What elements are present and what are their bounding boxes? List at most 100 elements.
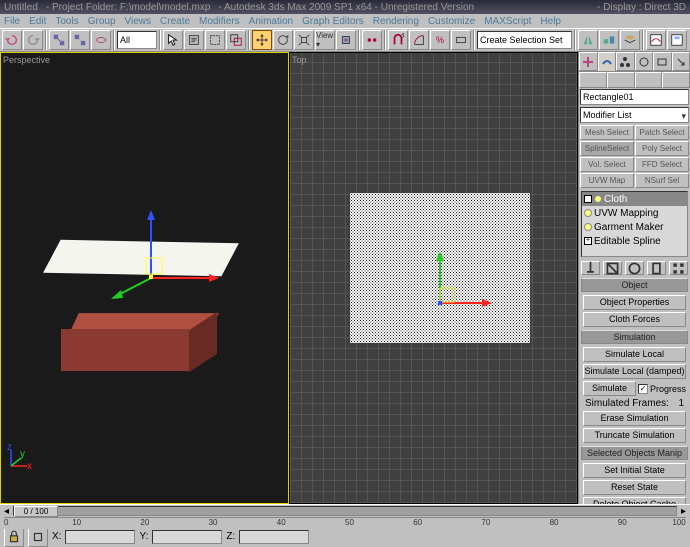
mirror-button[interactable] <box>578 30 598 50</box>
simulate-local-button[interactable]: Simulate Local <box>583 347 686 362</box>
menu-rendering[interactable]: Rendering <box>373 16 419 27</box>
time-prev-icon[interactable]: ◂ <box>4 506 9 517</box>
set-nsurf-sel[interactable]: NSurf Sel <box>635 173 689 188</box>
menu-tools[interactable]: Tools <box>55 16 78 27</box>
configure-sets-button[interactable] <box>669 261 688 275</box>
angle-snap-button[interactable] <box>409 30 429 50</box>
coord-z-field[interactable] <box>239 530 309 544</box>
refcoord-dropdown[interactable]: View ▾ <box>315 30 335 50</box>
unlink-button[interactable] <box>70 30 90 50</box>
rollout-selected-objects[interactable]: Selected Objects Manip <box>581 446 688 460</box>
layers-button[interactable] <box>620 30 640 50</box>
menu-maxscript[interactable]: MAXScript <box>484 16 531 27</box>
modifier-list-dropdown[interactable]: Modifier List <box>580 107 689 123</box>
move-gizmo[interactable] <box>111 208 231 311</box>
simulate-button[interactable]: Simulate <box>583 381 636 396</box>
stack-item-cloth[interactable]: +Cloth <box>582 192 687 206</box>
pin-stack-button[interactable] <box>581 261 600 275</box>
set-vol-select[interactable]: Vol. Select <box>580 157 634 172</box>
set-patch-select[interactable]: Patch Select <box>635 125 689 140</box>
menu-help[interactable]: Help <box>540 16 561 27</box>
selection-center-button[interactable] <box>28 527 48 547</box>
pivot-button[interactable] <box>336 30 356 50</box>
bulb-icon[interactable] <box>594 195 602 203</box>
undo-button[interactable] <box>2 30 22 50</box>
show-end-result-button[interactable] <box>603 261 622 275</box>
bind-spacewarp-button[interactable] <box>91 30 111 50</box>
bulb-icon[interactable] <box>584 209 592 217</box>
time-slider[interactable]: ◂ 0 / 100 ▸ <box>0 505 690 517</box>
move-button[interactable] <box>252 30 272 50</box>
move-gizmo-top[interactable] <box>420 243 500 326</box>
menu-file[interactable]: File <box>4 16 20 27</box>
hierarchy-tab[interactable] <box>616 52 635 71</box>
manipulate-button[interactable] <box>362 30 382 50</box>
remove-modifier-button[interactable] <box>647 261 666 275</box>
expand-icon[interactable]: + <box>584 237 592 245</box>
motion-tab[interactable] <box>635 52 654 71</box>
stack-item-garment[interactable]: Garment Maker <box>582 220 687 234</box>
utilities-tab[interactable] <box>672 52 690 71</box>
redo-button[interactable] <box>23 30 43 50</box>
scale-button[interactable] <box>294 30 314 50</box>
stack-item-uvw[interactable]: UVW Mapping <box>582 206 687 220</box>
select-by-name-button[interactable] <box>184 30 204 50</box>
curve-editor-button[interactable] <box>646 30 666 50</box>
modifier-stack[interactable]: +Cloth UVW Mapping Garment Maker +Editab… <box>581 191 688 257</box>
progress-checkbox[interactable]: ✓ <box>638 384 648 394</box>
truncate-simulation-button[interactable]: Truncate Simulation <box>583 428 686 443</box>
menu-grapheditors[interactable]: Graph Editors <box>302 16 364 27</box>
select-button[interactable] <box>163 30 183 50</box>
time-slider-handle[interactable]: 0 / 100 <box>14 506 58 517</box>
erase-simulation-button[interactable]: Erase Simulation <box>583 411 686 426</box>
menu-modifiers[interactable]: Modifiers <box>199 16 240 27</box>
lock-selection-button[interactable] <box>4 527 24 547</box>
rollout-object[interactable]: Object <box>581 278 688 292</box>
spinner-snap-button[interactable] <box>451 30 471 50</box>
viewport-perspective[interactable]: Perspective zxy <box>0 52 289 504</box>
set-initial-state-button[interactable]: Set Initial State <box>583 463 686 478</box>
menu-animation[interactable]: Animation <box>249 16 293 27</box>
subtab-3[interactable] <box>635 72 663 88</box>
make-unique-button[interactable] <box>625 261 644 275</box>
menu-customize[interactable]: Customize <box>428 16 475 27</box>
delete-object-cache-button[interactable]: Delete Object Cache <box>583 497 686 504</box>
subtab-2[interactable] <box>607 72 635 88</box>
set-mesh-select[interactable]: Mesh Select <box>580 125 634 140</box>
window-crossing-button[interactable] <box>226 30 246 50</box>
modify-tab[interactable] <box>598 52 617 71</box>
set-uvw-map[interactable]: UVW Map <box>580 173 634 188</box>
subtab-4[interactable] <box>662 72 690 88</box>
menu-views[interactable]: Views <box>125 16 152 27</box>
set-spline-select[interactable]: SplineSelect <box>580 141 634 156</box>
reset-state-button[interactable]: Reset State <box>583 480 686 495</box>
subtab-1[interactable] <box>579 72 607 88</box>
rotate-button[interactable] <box>273 30 293 50</box>
expand-icon[interactable]: + <box>584 195 592 203</box>
coord-y-field[interactable] <box>152 530 222 544</box>
create-tab[interactable] <box>579 52 598 71</box>
schematic-view-button[interactable] <box>667 30 687 50</box>
stack-item-spline[interactable]: +Editable Spline <box>582 234 687 248</box>
selection-filter-dropdown[interactable]: All <box>117 31 157 49</box>
set-ffd-select[interactable]: FFD Select <box>635 157 689 172</box>
select-region-button[interactable] <box>205 30 225 50</box>
align-button[interactable] <box>599 30 619 50</box>
simulate-local-damped-button[interactable]: Simulate Local (damped) <box>583 364 686 379</box>
link-button[interactable] <box>49 30 69 50</box>
object-name-field[interactable]: Rectangle01 <box>580 89 689 105</box>
display-tab[interactable] <box>653 52 672 71</box>
rollout-simulation[interactable]: Simulation <box>581 330 688 344</box>
object-properties-button[interactable]: Object Properties <box>583 295 686 310</box>
bulb-icon[interactable] <box>584 223 592 231</box>
menu-create[interactable]: Create <box>160 16 190 27</box>
time-next-icon[interactable]: ▸ <box>681 506 686 517</box>
snap-toggle-button[interactable]: 3 <box>388 30 408 50</box>
coord-x-field[interactable] <box>65 530 135 544</box>
named-selection-set-dropdown[interactable]: Create Selection Set <box>477 31 572 49</box>
menu-group[interactable]: Group <box>88 16 116 27</box>
cloth-forces-button[interactable]: Cloth Forces <box>583 312 686 327</box>
menu-edit[interactable]: Edit <box>29 16 46 27</box>
percent-snap-button[interactable]: % <box>430 30 450 50</box>
set-poly-select[interactable]: Poly Select <box>635 141 689 156</box>
